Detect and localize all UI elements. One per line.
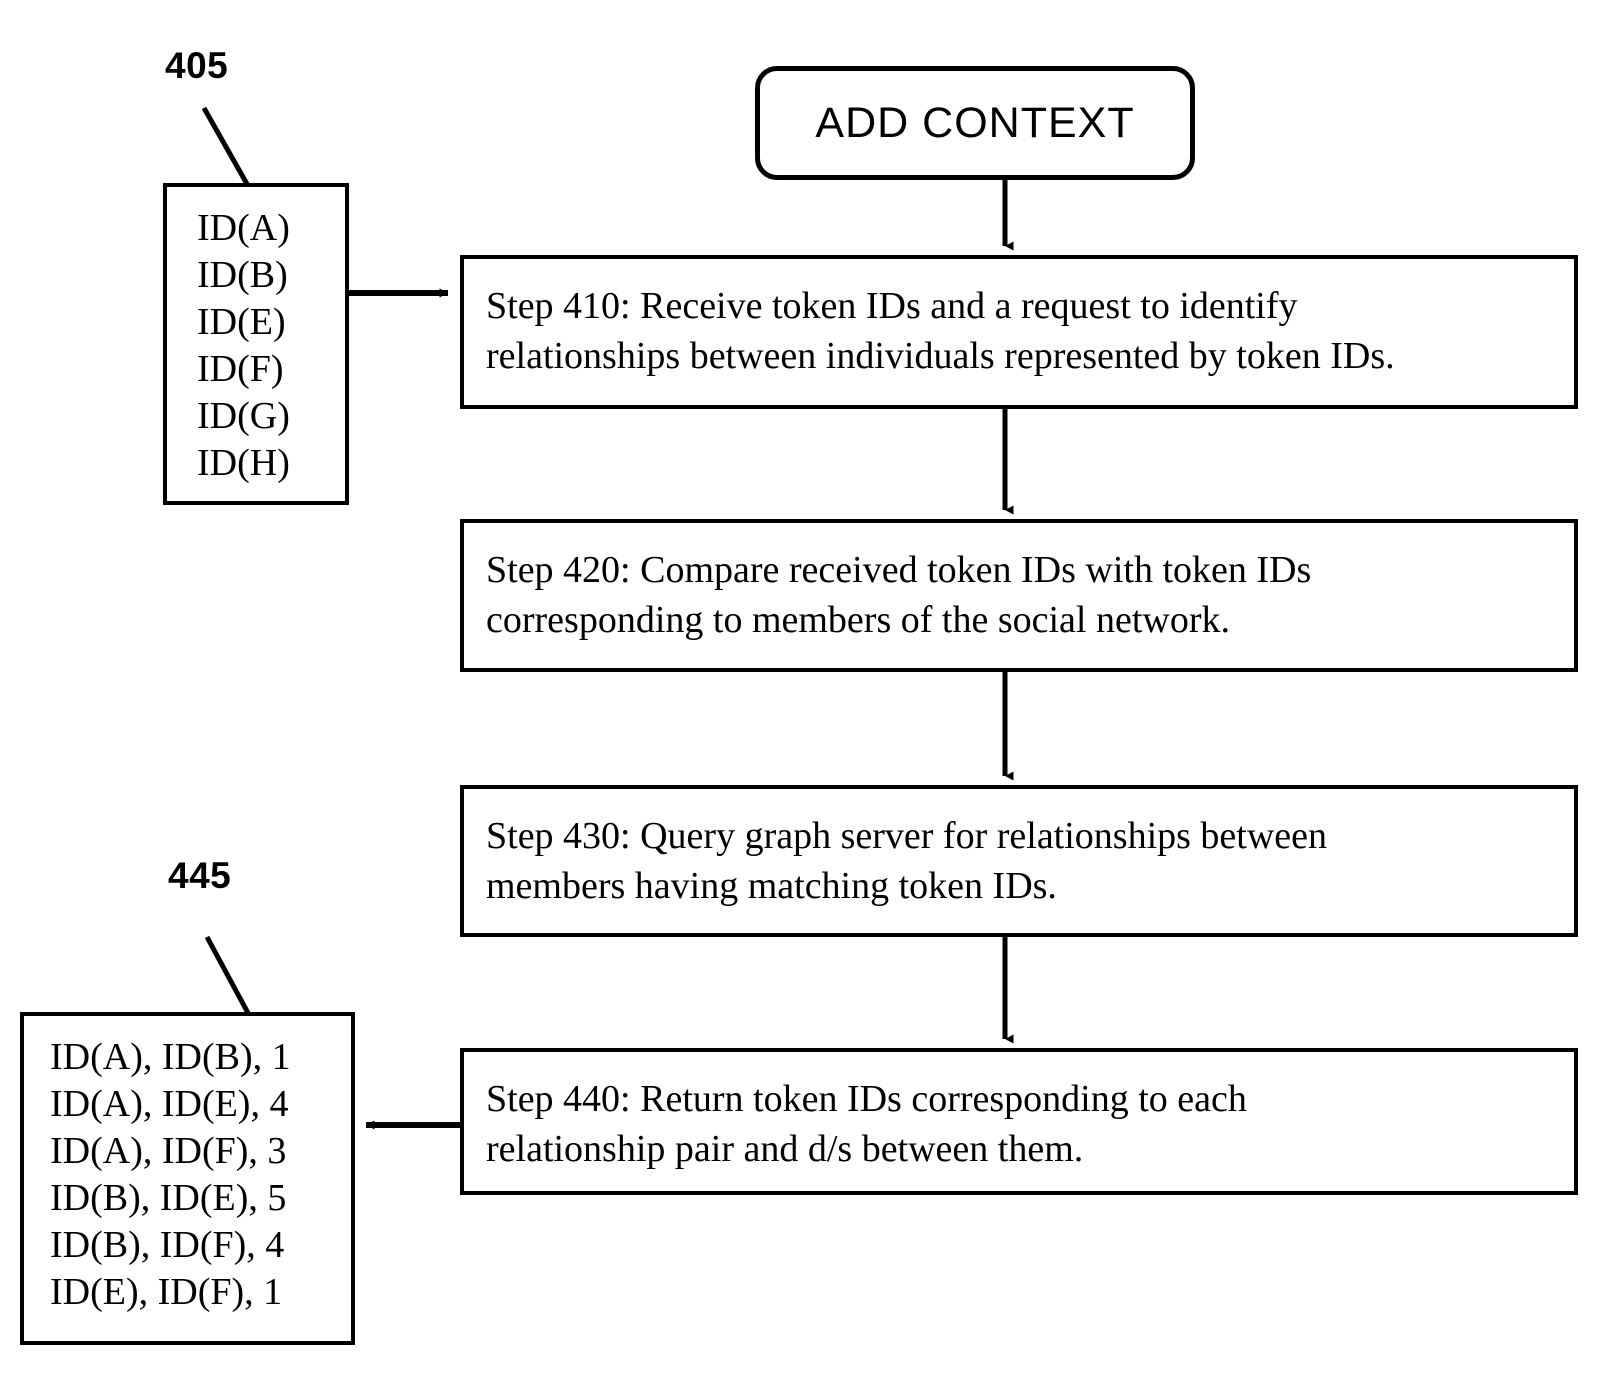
leader-line-405 [201, 106, 250, 186]
list-item: ID(A), ID(B), 1 [50, 1036, 291, 1078]
step-410-box: Step 410: Receive token IDs and a reques… [460, 255, 1578, 409]
reference-numeral-445: 445 [168, 855, 232, 896]
token-id-input-box: ID(A) ID(B) ID(E) ID(F) ID(G) ID(H) [163, 183, 349, 505]
list-item: ID(B), ID(F), 4 [50, 1224, 285, 1266]
list-item: ID(A) [197, 207, 290, 249]
list-item: ID(A), ID(F), 3 [50, 1130, 287, 1172]
leader-line-445 [204, 935, 251, 1015]
list-item: ID(B) [197, 254, 288, 296]
list-item: ID(E), ID(F), 1 [50, 1271, 283, 1313]
step-440-line1: Step 440: Return token IDs corresponding… [486, 1078, 1247, 1120]
reference-numeral-405: 405 [165, 45, 229, 86]
relationship-pair-output-box: ID(A), ID(B), 1 ID(A), ID(E), 4 ID(A), I… [20, 1012, 355, 1345]
figure-canvas: 405 445 ID(A) ID(B) ID(E) ID(F) ID(G) ID… [0, 0, 1618, 1397]
list-item: ID(E) [197, 301, 286, 343]
step-420-line1: Step 420: Compare received token IDs wit… [486, 549, 1312, 591]
step-420-line2: corresponding to members of the social n… [486, 599, 1230, 641]
step-440-box: Step 440: Return token IDs corresponding… [460, 1048, 1578, 1195]
step-410-line1: Step 410: Receive token IDs and a reques… [486, 285, 1298, 327]
step-410-line2: relationships between individuals repres… [486, 335, 1395, 377]
step-430-line1: Step 430: Query graph server for relatio… [486, 815, 1328, 857]
list-item: ID(H) [197, 442, 290, 484]
step-420-box: Step 420: Compare received token IDs wit… [460, 519, 1578, 672]
step-440-line2: relationship pair and d/s between them. [486, 1128, 1084, 1170]
step-430-box: Step 430: Query graph server for relatio… [460, 785, 1578, 937]
list-item: ID(F) [197, 348, 284, 390]
list-item: ID(G) [197, 395, 290, 437]
list-item: ID(A), ID(E), 4 [50, 1083, 289, 1125]
add-context-terminator: ADD CONTEXT [755, 66, 1195, 180]
add-context-label: ADD CONTEXT [815, 98, 1135, 147]
step-430-line2: members having matching token IDs. [486, 865, 1057, 907]
list-item: ID(B), ID(E), 5 [50, 1177, 287, 1219]
